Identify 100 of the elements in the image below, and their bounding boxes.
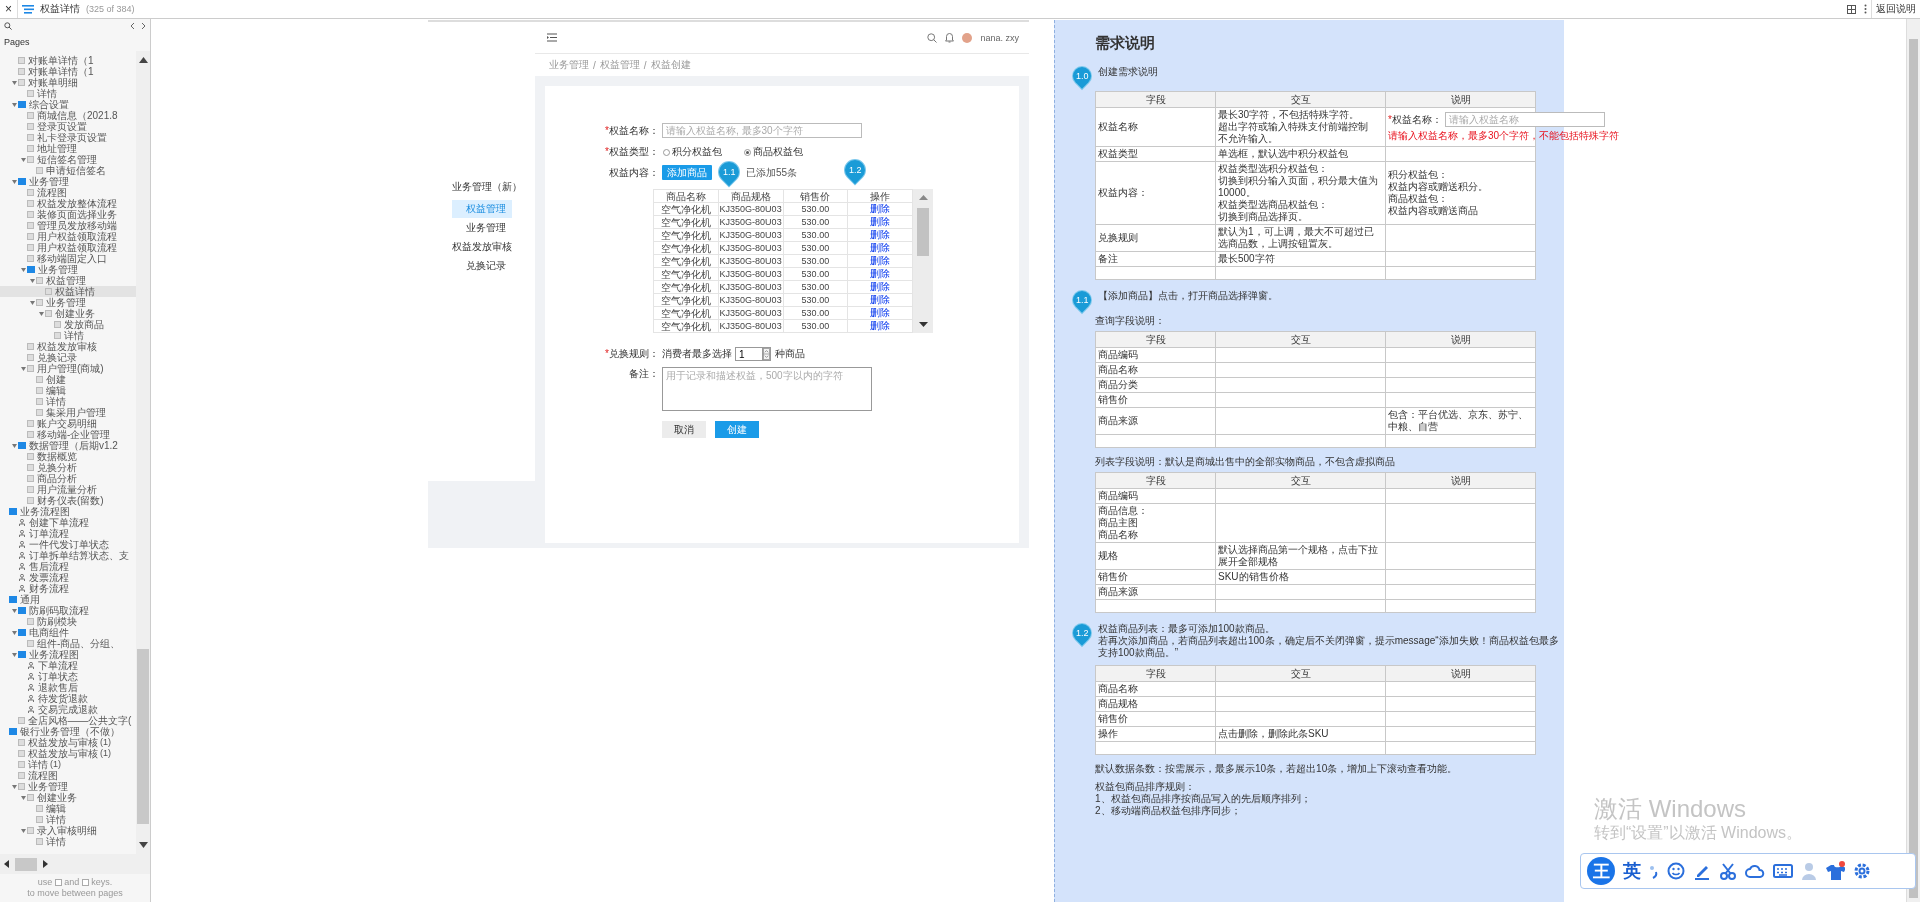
tree-item[interactable]: 用户权益领取流程 xyxy=(0,231,136,242)
caret-icon[interactable] xyxy=(21,795,26,800)
tree-item[interactable]: 用户管理(商城) xyxy=(0,363,136,374)
tree-item[interactable]: 通用 xyxy=(0,594,136,605)
delete-link[interactable]: 删除 xyxy=(870,320,891,331)
nav-item[interactable]: 兑换记录 xyxy=(452,257,512,275)
tree-item[interactable]: 数据概览 xyxy=(0,451,136,462)
tree-item[interactable]: 权益发放整体流程 xyxy=(0,198,136,209)
punctuation-icon[interactable] xyxy=(1649,863,1659,879)
tree-item[interactable]: 详情 xyxy=(0,836,136,847)
scroll-up-icon[interactable] xyxy=(138,57,148,63)
caret-icon[interactable] xyxy=(12,652,17,657)
scroll-right-icon[interactable] xyxy=(43,860,48,868)
cloud-icon[interactable] xyxy=(1745,863,1765,879)
scroll-down-icon[interactable] xyxy=(918,322,928,327)
vertical-scrollbar[interactable] xyxy=(136,51,150,854)
search-icon[interactable] xyxy=(927,32,938,43)
caret-icon[interactable] xyxy=(12,102,17,107)
scrollbar-thumb[interactable] xyxy=(1909,39,1918,898)
tree-item[interactable]: 账户交易明细 xyxy=(0,418,136,429)
tree-item[interactable]: 订单状态 xyxy=(0,671,136,682)
keyboard-icon[interactable] xyxy=(1773,864,1793,878)
stepper-icon[interactable] xyxy=(763,347,771,361)
caret-icon[interactable] xyxy=(21,366,26,371)
bell-icon[interactable] xyxy=(945,32,955,43)
tree-item[interactable]: 发放商品 xyxy=(0,319,136,330)
scrollbar-thumb[interactable] xyxy=(15,857,37,871)
tree-item[interactable]: 用户流量分析 xyxy=(0,484,136,495)
tree-item[interactable]: 一件代发订单状态 xyxy=(0,539,136,550)
scroll-left-icon[interactable] xyxy=(4,860,9,868)
tree-item[interactable]: 订单流程 xyxy=(0,528,136,539)
tree-item[interactable]: 详情 (1) xyxy=(0,759,136,770)
tree-item[interactable]: 权益发放与审核 (1) xyxy=(0,737,136,748)
tree-item[interactable]: 组件-商品、分组、 xyxy=(0,638,136,649)
tree-item[interactable]: 用户权益领取流程 xyxy=(0,242,136,253)
tree-item[interactable]: 全店风格——公共文字( xyxy=(0,715,136,726)
delete-link[interactable]: 删除 xyxy=(870,281,891,292)
tree-item[interactable]: 商城信息（2021.8 xyxy=(0,110,136,121)
tree-item[interactable]: 对账单详情（1 xyxy=(0,66,136,77)
tree-item[interactable]: 下单流程 xyxy=(0,660,136,671)
caret-icon[interactable] xyxy=(21,157,26,162)
delete-link[interactable]: 删除 xyxy=(870,216,891,227)
caret-icon[interactable] xyxy=(12,179,17,184)
caret-icon[interactable] xyxy=(21,828,26,833)
tree-item[interactable]: 流程图 xyxy=(0,770,136,781)
tree-item[interactable]: 业务管理 xyxy=(0,264,136,275)
tree-item[interactable]: 权益管理 xyxy=(0,275,136,286)
text-field[interactable]: 请输入权益名称, 最多30个字符 xyxy=(662,123,862,138)
tree-item[interactable]: 礼卡登录页设置 xyxy=(0,132,136,143)
tree-item[interactable]: 业务流程图 xyxy=(0,506,136,517)
next-page-icon[interactable] xyxy=(141,22,146,30)
tree-item[interactable]: 移动端-企业管理 xyxy=(0,429,136,440)
delete-link[interactable]: 删除 xyxy=(870,294,891,305)
form-button[interactable]: 取消 xyxy=(662,421,706,438)
tree-item[interactable]: 详情 xyxy=(0,396,136,407)
vertical-scrollbar[interactable] xyxy=(913,189,933,333)
radio-option[interactable]: 积分权益包 xyxy=(663,145,722,159)
radio-icon[interactable] xyxy=(744,148,751,156)
tree-item[interactable]: 详情 xyxy=(0,330,136,341)
tree-item[interactable]: 对账单详情（1 xyxy=(0,55,136,66)
delete-link[interactable]: 删除 xyxy=(870,229,891,240)
smiley-icon[interactable] xyxy=(1667,862,1685,880)
tree-item[interactable]: 集采用户管理 xyxy=(0,407,136,418)
tree-item[interactable]: 待发货退款 xyxy=(0,693,136,704)
avatar[interactable] xyxy=(962,32,973,43)
delete-link[interactable]: 删除 xyxy=(870,203,891,214)
tree-item[interactable]: 权益发放与审核 (1) xyxy=(0,748,136,759)
tree-item[interactable]: 短信签名管理 xyxy=(0,154,136,165)
tree-item[interactable]: 数据管理（后期v1.2 xyxy=(0,440,136,451)
caret-icon[interactable] xyxy=(30,300,35,305)
tree-item[interactable]: 商品分析 xyxy=(0,473,136,484)
caret-icon[interactable] xyxy=(12,630,17,635)
caret-icon[interactable] xyxy=(30,278,35,283)
tree-item[interactable]: 财务流程 xyxy=(0,583,136,594)
tree-item[interactable]: 移动端固定入口 xyxy=(0,253,136,264)
tree-item[interactable]: 交易完成退款 xyxy=(0,704,136,715)
nav-item[interactable]: 权益发放审核 xyxy=(452,238,512,256)
tree-item[interactable]: 综合设置 xyxy=(0,99,136,110)
input-mode-toggle[interactable]: 英 xyxy=(1623,859,1641,883)
more-icon[interactable] xyxy=(1864,4,1867,14)
delete-link[interactable]: 删除 xyxy=(870,268,891,279)
ime-logo[interactable]: 王 xyxy=(1587,857,1615,885)
caret-icon[interactable] xyxy=(39,311,44,316)
tree-item[interactable]: 银行业务管理（不做） xyxy=(0,726,136,737)
radio-icon[interactable] xyxy=(663,148,670,156)
tree-item[interactable]: 业务管理 xyxy=(0,176,136,187)
caret-icon[interactable] xyxy=(12,608,17,613)
tree-item[interactable]: 退款售后 xyxy=(0,682,136,693)
tree-item[interactable]: 申请短信签名 xyxy=(0,165,136,176)
delete-link[interactable]: 删除 xyxy=(870,307,891,318)
previous-page-icon[interactable] xyxy=(130,22,135,30)
text-field[interactable]: 请输入权益名称 xyxy=(1444,112,1605,127)
tree-item[interactable]: 对账单明细 xyxy=(0,77,136,88)
tree-item[interactable]: 业务管理 xyxy=(0,297,136,308)
tree-item[interactable]: 防刷模块 xyxy=(0,616,136,627)
tree-item[interactable]: 创建业务 xyxy=(0,308,136,319)
tree-item[interactable]: 业务管理 xyxy=(0,781,136,792)
caret-icon[interactable] xyxy=(21,267,26,272)
tree-item[interactable]: 财务仪表(留数) xyxy=(0,495,136,506)
menu-icon[interactable] xyxy=(547,33,557,42)
